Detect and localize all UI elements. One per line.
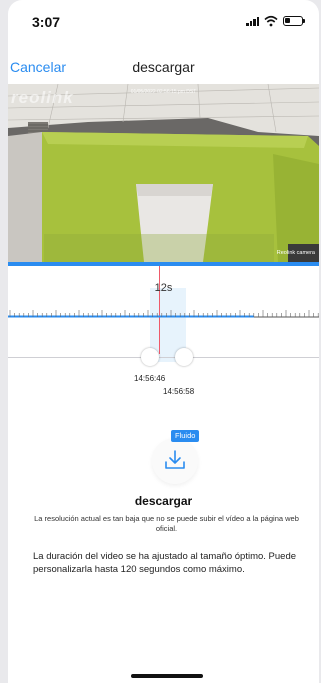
- trim-end-handle[interactable]: [175, 348, 193, 366]
- home-indicator: [131, 674, 203, 678]
- signal-icon: [246, 16, 259, 26]
- download-button[interactable]: [152, 438, 198, 484]
- time-ruler[interactable]: [8, 308, 319, 318]
- camera-name: Reolink camera: [276, 250, 315, 256]
- page-title: descargar: [132, 59, 195, 75]
- clip-duration: 12s: [154, 282, 173, 294]
- wifi-icon: [264, 15, 278, 27]
- end-time: 14:56:58: [163, 387, 195, 396]
- resolution-message: La resolución actual es tan baja que no …: [34, 514, 299, 533]
- video-timestamp: 01/05/2022 02:56:15 pm DST: [130, 89, 197, 95]
- status-time: 3:07: [32, 14, 61, 30]
- clip-timeline[interactable]: 12s 14:56:46 14:56:58: [8, 266, 319, 416]
- video-frame: [8, 84, 319, 262]
- nav-bar: Cancelar descargar: [8, 54, 319, 84]
- status-icons: [246, 14, 305, 28]
- video-preview[interactable]: reolink 01/05/2022 02:56:15 pm DST Reoli…: [8, 84, 319, 262]
- download-title: descargar: [134, 494, 193, 508]
- trim-track: [8, 357, 319, 358]
- start-time: 14:56:46: [134, 374, 166, 383]
- battery-icon: [283, 16, 305, 26]
- duration-note: La duración del video se ha ajustado al …: [33, 551, 297, 575]
- quality-badge: Fluido: [171, 430, 200, 442]
- download-sheet: 3:07 Cancelar descargar reolink 01/05/20…: [8, 0, 319, 683]
- status-bar: 3:07: [8, 0, 319, 44]
- trim-start-handle[interactable]: [141, 348, 159, 366]
- download-icon: [165, 450, 185, 469]
